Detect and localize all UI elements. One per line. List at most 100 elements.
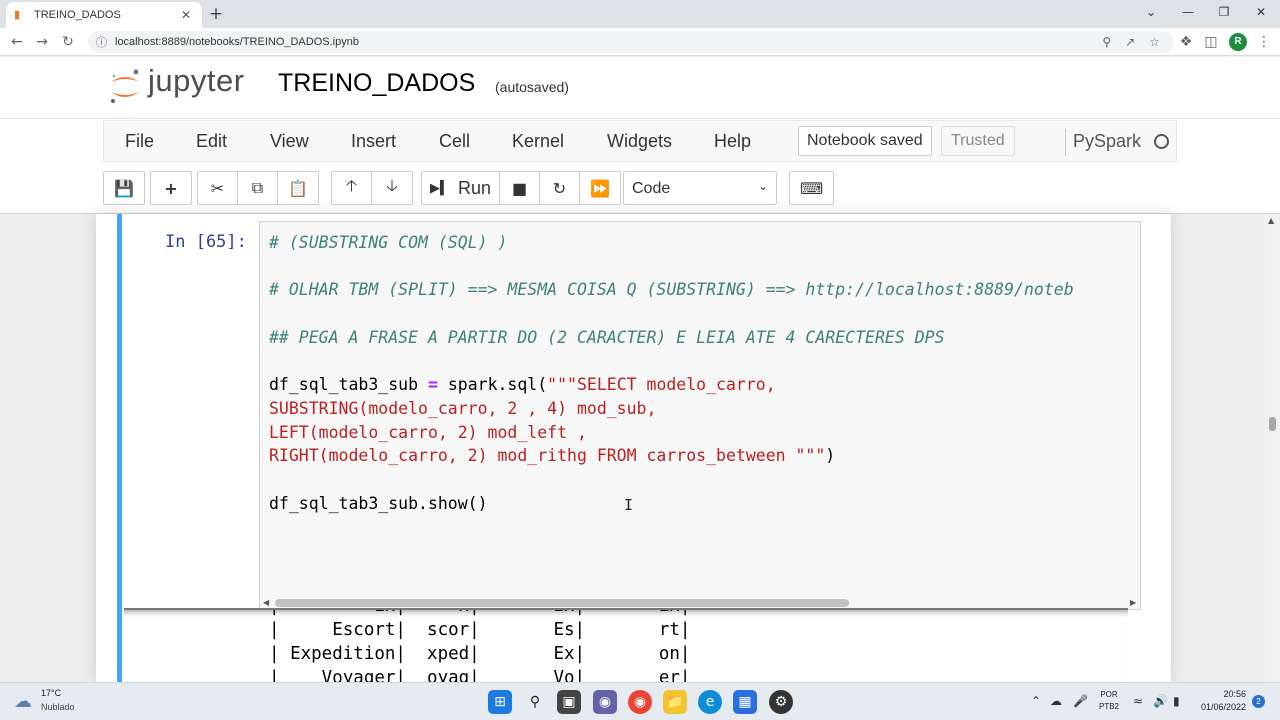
code-line: # OLHAR TBM (SPLIT) ==> MESMA COISA Q (S… xyxy=(269,280,1074,299)
tab-search-chevron-icon[interactable]: ⌄ xyxy=(1136,2,1166,22)
code-line: SUBSTRING(modelo_carro, 2 , 4) mod_sub, xyxy=(269,399,657,418)
weather-cloud-icon[interactable]: ☁ xyxy=(14,691,32,712)
menu-view[interactable]: View xyxy=(270,131,309,152)
tab-close-icon[interactable]: ✕ xyxy=(178,8,194,22)
save-group: 💾 xyxy=(103,171,145,205)
notification-badge[interactable]: 2 xyxy=(1252,695,1265,708)
run-group: ▶​▍ Run ■ ↻ ⏩ xyxy=(421,171,621,205)
store-icon[interactable]: ▦ xyxy=(733,690,757,714)
code-line: RIGHT(modelo_carro, 2) mod_rithg FROM ca… xyxy=(269,446,835,465)
microphone-icon[interactable]: 🎤 xyxy=(1073,694,1088,708)
code-editor[interactable]: # (SUBSTRING COM (SQL) ) # OLHAR TBM (SP… xyxy=(259,221,1141,610)
task-view-icon[interactable]: ▣ xyxy=(557,690,581,714)
windows-taskbar: ☁ 17°C Nublado ⊞ ⚲ ▣ ◉ ◉ 📁 e ▦ ⚙ ⌃ ☁ 🎤 P… xyxy=(0,682,1280,720)
notebook-name[interactable]: TREINO_DADOS xyxy=(278,69,475,98)
battery-icon[interactable]: ▮ xyxy=(1173,694,1180,708)
file-explorer-icon[interactable]: 📁 xyxy=(663,690,687,714)
menu-kernel[interactable]: Kernel xyxy=(512,131,564,152)
code-line: ## PEGA A FRASE A PARTIR DO (2 CARACTER)… xyxy=(269,328,945,347)
code-token: df_sql_tab3_sub xyxy=(269,375,419,394)
minimize-icon[interactable]: — xyxy=(1173,2,1203,22)
wifi-icon[interactable]: ≈ xyxy=(1133,694,1143,708)
move-group: 🡡 🡣 xyxy=(331,171,413,205)
output-row: | Expedition| xped| Ex| on| xyxy=(269,644,691,664)
new-tab-icon[interactable]: + xyxy=(206,4,226,24)
interrupt-stop-icon[interactable]: ■ xyxy=(500,172,540,204)
page-scrollbar-thumb[interactable] xyxy=(1269,417,1276,431)
clock-time: 20:56 xyxy=(1223,689,1246,699)
code-token: ) xyxy=(825,446,836,465)
text-cursor-icon: I xyxy=(624,496,634,514)
obs-icon[interactable]: ⚙ xyxy=(769,690,793,714)
site-info-icon[interactable]: ⓘ xyxy=(96,34,107,50)
clock[interactable]: 20:56 01/06/2022 xyxy=(1196,688,1246,714)
profile-avatar[interactable]: R xyxy=(1229,33,1247,51)
forward-icon[interactable]: → xyxy=(32,32,52,52)
search-icon[interactable]: ⚲ xyxy=(523,690,547,714)
restart-icon[interactable]: ↻ xyxy=(540,172,580,204)
lang-bottom: PTB2 xyxy=(1099,702,1120,711)
jupyter-logo-icon[interactable] xyxy=(108,66,142,106)
browser-tab[interactable]: ▮ TREINO_DADOS ✕ xyxy=(6,2,202,28)
output-row: | Escort| scor| Es| rt| xyxy=(269,620,691,640)
cell-type-select[interactable]: Code ⌄ xyxy=(623,171,777,205)
lang-top: POR xyxy=(1100,690,1118,699)
play-icon: ▶​▍ xyxy=(429,180,450,196)
menu-file[interactable]: File xyxy=(125,131,154,152)
onedrive-cloud-icon[interactable]: ☁ xyxy=(1050,694,1062,708)
jupyter-brand[interactable]: jupyter xyxy=(148,63,245,99)
scroll-up-icon[interactable]: ▲ xyxy=(1268,216,1274,225)
jupyter-favicon-icon: ▮ xyxy=(14,8,21,21)
volume-icon[interactable]: 🔊 xyxy=(1153,694,1168,708)
side-panel-icon[interactable]: ◫ xyxy=(1201,32,1221,52)
run-button[interactable]: ▶​▍ Run xyxy=(422,172,500,204)
back-icon[interactable]: ← xyxy=(7,32,27,52)
code-line: # (SUBSTRING COM (SQL) ) xyxy=(269,233,508,252)
output-row: | Voyager| oyag| Vo| er| xyxy=(269,668,691,682)
move-up-icon[interactable]: 🡡 xyxy=(332,172,372,204)
menu-edit[interactable]: Edit xyxy=(196,131,227,152)
menu-insert[interactable]: Insert xyxy=(351,131,396,152)
window-close-icon[interactable]: ✕ xyxy=(1246,2,1276,22)
restart-run-all-icon[interactable]: ⏩ xyxy=(580,172,620,204)
chrome-icon[interactable]: ◉ xyxy=(628,690,652,714)
move-down-icon[interactable]: 🡣 xyxy=(372,172,412,204)
insert-cell-icon[interactable]: + xyxy=(151,172,191,204)
menubar: File Edit View Insert Cell Kernel Widget… xyxy=(103,120,1177,162)
paste-icon[interactable]: 📋 xyxy=(278,172,318,204)
start-icon[interactable]: ⊞ xyxy=(488,690,512,714)
insert-group: + xyxy=(150,171,192,205)
bookmark-star-icon[interactable]: ☆ xyxy=(1149,35,1160,49)
menu-cell[interactable]: Cell xyxy=(439,131,470,152)
url-bar[interactable]: ⓘ localhost:8889/notebooks/TREINO_DADOS.… xyxy=(88,31,1174,53)
save-icon[interactable]: 💾 xyxy=(104,172,144,204)
zoom-icon[interactable]: ⚲ xyxy=(1102,35,1111,49)
browser-tab-bar: ▮ TREINO_DADOS ✕ + ⌄ — ❐ ✕ xyxy=(0,0,1280,28)
reload-icon[interactable]: ↻ xyxy=(58,32,78,52)
cut-icon[interactable]: ✂ xyxy=(198,172,238,204)
code-line: df_sql_tab3_sub.show() xyxy=(269,494,488,513)
jupyter-header: jupyter TREINO_DADOS (autosaved) xyxy=(0,57,1280,119)
copy-icon[interactable]: ⧉ xyxy=(238,172,278,204)
scrollbar-thumb[interactable] xyxy=(275,599,849,607)
scroll-right-icon[interactable]: ▶ xyxy=(1130,596,1136,609)
trusted-indicator[interactable]: Trusted xyxy=(941,126,1015,156)
keyboard-icon[interactable]: ⌨ xyxy=(790,172,833,204)
menu-help[interactable]: Help xyxy=(714,131,751,152)
maximize-icon[interactable]: ❐ xyxy=(1209,2,1239,22)
share-icon[interactable]: ↗ xyxy=(1125,35,1135,49)
kernel-name: PySpark xyxy=(1073,131,1142,151)
clock-date: 01/06/2022 xyxy=(1200,702,1246,712)
code-token: spark.sql( xyxy=(447,375,548,394)
tray-chevron-up-icon[interactable]: ⌃ xyxy=(1031,694,1041,708)
chevron-down-icon: ⌄ xyxy=(757,179,768,193)
menu-widgets[interactable]: Widgets xyxy=(607,131,672,152)
tab-title: TREINO_DADOS xyxy=(34,9,121,21)
keyboard-language[interactable]: POR PTB2 xyxy=(1099,689,1119,713)
extensions-icon[interactable]: ❖ xyxy=(1176,32,1196,52)
page-vertical-scrollbar[interactable]: ▲ xyxy=(1265,214,1280,682)
edge-icon[interactable]: e xyxy=(698,690,722,714)
chat-icon[interactable]: ◉ xyxy=(593,690,617,714)
browser-menu-icon[interactable]: ⋮ xyxy=(1254,32,1274,52)
weather-temperature: 17°C xyxy=(41,688,62,698)
